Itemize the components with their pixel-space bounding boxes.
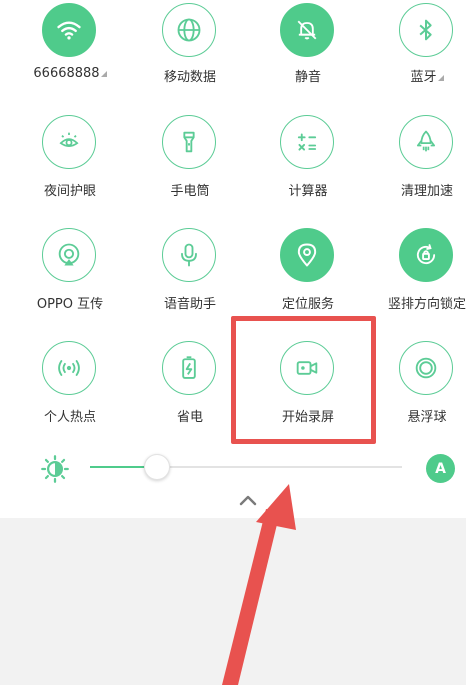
annotation-arrow bbox=[222, 484, 296, 685]
